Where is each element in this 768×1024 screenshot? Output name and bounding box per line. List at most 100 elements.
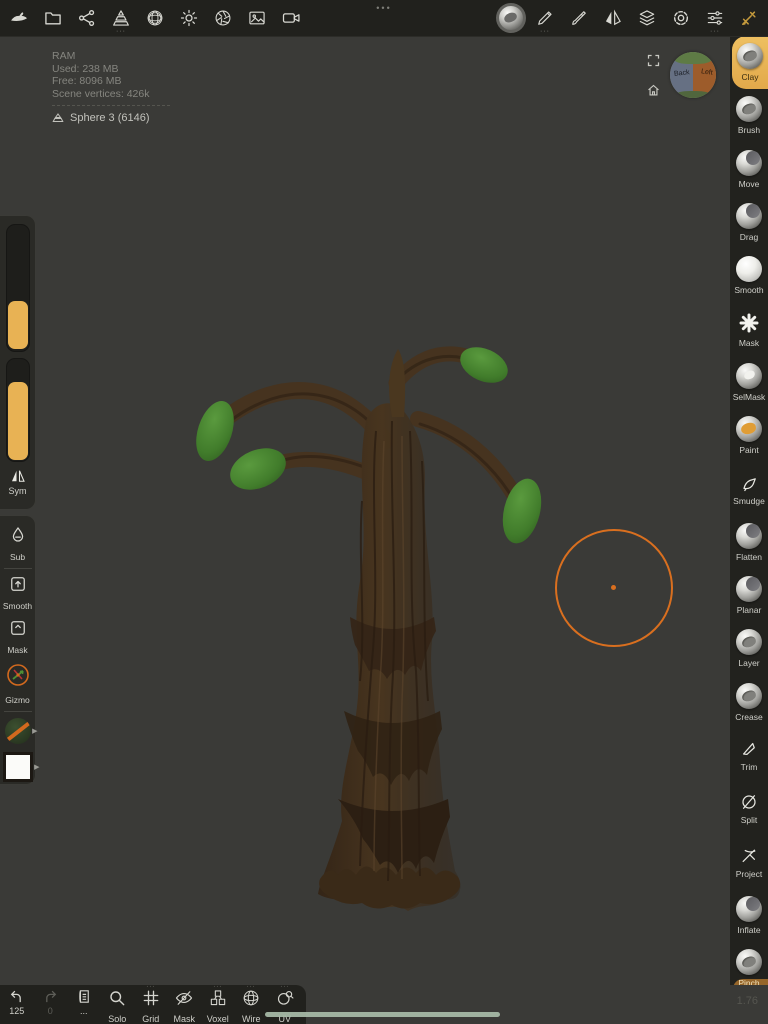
sub-action-button[interactable]: Sub <box>0 522 35 566</box>
tool-inflate[interactable]: Inflate <box>730 889 768 942</box>
action-label: Gizmo <box>5 695 30 705</box>
tool-label: Pinch <box>738 978 759 985</box>
matcap-selector[interactable]: ▶ <box>5 718 31 744</box>
tool-pinch[interactable]: Pinch <box>730 942 768 985</box>
tool-drag[interactable]: Drag <box>730 196 768 249</box>
mask-action-button[interactable]: Mask <box>0 615 35 659</box>
scene-pyramid-icon <box>111 8 131 28</box>
background-image-button[interactable] <box>240 0 274 36</box>
tool-sphere-icon <box>736 576 762 602</box>
intensity-slider-fill[interactable] <box>8 382 28 460</box>
background-image-icon <box>247 8 267 28</box>
lighting-icon <box>179 8 199 28</box>
tool-label: SelMask <box>733 392 766 402</box>
bottom-toolbar: 125 0 ... Solo···GridMask···Voxel···Wire… <box>0 985 306 1024</box>
scene-object-row[interactable]: Sphere 3 (6146) <box>52 112 170 125</box>
paint-color-selector[interactable]: ▶ <box>3 752 33 782</box>
scene-pyramid-button[interactable]: ··· <box>104 0 138 36</box>
material-aperture-icon <box>213 8 233 28</box>
tool-mask[interactable]: Mask <box>730 302 768 355</box>
debug-tools-button[interactable] <box>732 0 766 36</box>
camera-button[interactable] <box>274 0 308 36</box>
sliders-button[interactable]: ··· <box>698 0 732 36</box>
grid-icon <box>141 988 161 1013</box>
tool-trim[interactable]: Trim <box>730 729 768 782</box>
voxel-toggle-button[interactable]: ···Voxel <box>201 988 235 1024</box>
gizmo-action-button[interactable]: Gizmo <box>0 659 35 709</box>
brush-cursor <box>555 529 673 647</box>
toggle-label: Voxel <box>207 1014 229 1024</box>
sculpt-canvas[interactable] <box>0 36 768 1024</box>
toolbar-more-handle[interactable]: ••• <box>376 3 391 13</box>
view-orientation-cube[interactable]: Back Left <box>670 52 716 98</box>
folder-button[interactable] <box>36 0 70 36</box>
lighting-button[interactable] <box>172 0 206 36</box>
symmetry-button[interactable] <box>596 0 630 36</box>
smooth-action-button[interactable]: Smooth <box>0 571 35 615</box>
tool-sphere-icon <box>736 523 762 549</box>
matcap-sphere-button[interactable] <box>494 0 528 36</box>
tool-crease[interactable]: Crease <box>730 676 768 729</box>
settings-gear-button[interactable] <box>664 0 698 36</box>
tool-split[interactable]: Split <box>730 782 768 835</box>
sculpted-tree-model[interactable] <box>170 321 570 921</box>
stats-free: Free: 8096 MB <box>52 75 170 88</box>
app-logo-button[interactable] <box>2 0 36 36</box>
grid-toggle-button[interactable]: ···Grid <box>134 988 168 1024</box>
tool-smudge-icon <box>739 473 759 493</box>
radius-slider-handle[interactable] <box>8 301 28 349</box>
top-toolbar-left-group: ··· <box>0 0 308 36</box>
layers-button[interactable] <box>630 0 664 36</box>
tool-sphere-icon <box>736 256 762 282</box>
tool-brush[interactable]: Brush <box>730 89 768 142</box>
home-view-button[interactable] <box>646 83 661 103</box>
tool-label: Inflate <box>737 925 760 935</box>
tool-smudge[interactable]: Smudge <box>730 462 768 515</box>
tool-label: Smooth <box>734 285 763 295</box>
brush-intensity-slider[interactable] <box>6 358 30 462</box>
pencil-button[interactable]: ··· <box>528 0 562 36</box>
material-aperture-button[interactable] <box>206 0 240 36</box>
tool-layer[interactable]: Layer <box>730 622 768 675</box>
viewcube-top-face[interactable] <box>674 52 712 64</box>
tool-move[interactable]: Move <box>730 143 768 196</box>
tool-sphere-icon <box>736 416 762 442</box>
mask-eye-icon <box>174 988 194 1013</box>
tool-flatten[interactable]: Flatten <box>730 516 768 569</box>
solo-toggle-button[interactable]: Solo <box>101 988 135 1024</box>
tool-sphere-icon <box>736 96 762 122</box>
tool-label: Layer <box>738 658 759 668</box>
mask-toggle-button[interactable]: Mask <box>168 988 202 1024</box>
tool-smooth[interactable]: Smooth <box>730 249 768 302</box>
redo-button[interactable]: 0 <box>34 988 68 1016</box>
tool-clay[interactable]: Clay <box>732 36 768 89</box>
tool-project[interactable]: Project <box>730 835 768 888</box>
top-toolbar-right-group: ··· ··· <box>494 0 766 36</box>
paintbrush-button[interactable] <box>562 0 596 36</box>
history-notes-button[interactable]: ... <box>67 988 101 1016</box>
viewcube-bottom-face[interactable] <box>676 91 710 98</box>
brush-radius-slider[interactable] <box>6 224 30 352</box>
matcap-preview-icon <box>5 718 31 744</box>
toolbar-scrollbar[interactable] <box>265 1012 500 1017</box>
action-label: Mask <box>7 645 27 655</box>
tool-label: Split <box>741 815 758 825</box>
undo-button[interactable]: 125 <box>0 988 34 1016</box>
tool-label: Clay <box>741 72 758 82</box>
redo-icon <box>41 988 59 1005</box>
fullscreen-button[interactable] <box>646 53 661 73</box>
tool-planar[interactable]: Planar <box>730 569 768 622</box>
action-label: Sub <box>10 552 25 562</box>
pencil-icon <box>535 8 555 28</box>
node-graph-button[interactable] <box>70 0 104 36</box>
wire-toggle-button[interactable]: ···Wire <box>235 988 269 1024</box>
tool-paint[interactable]: Paint <box>730 409 768 462</box>
more-dots: ··· <box>247 985 256 990</box>
symmetry-toggle[interactable]: Sym <box>9 468 27 496</box>
tool-selmask[interactable]: SelMask <box>730 356 768 409</box>
debug-tools-icon <box>739 8 759 28</box>
tool-project-icon <box>739 846 759 866</box>
tool-palette: ClayBrushMoveDragSmoothMaskSelMaskPaintS… <box>730 36 768 985</box>
uv-toggle-button[interactable]: ···UV <box>268 988 302 1024</box>
topology-button[interactable] <box>138 0 172 36</box>
